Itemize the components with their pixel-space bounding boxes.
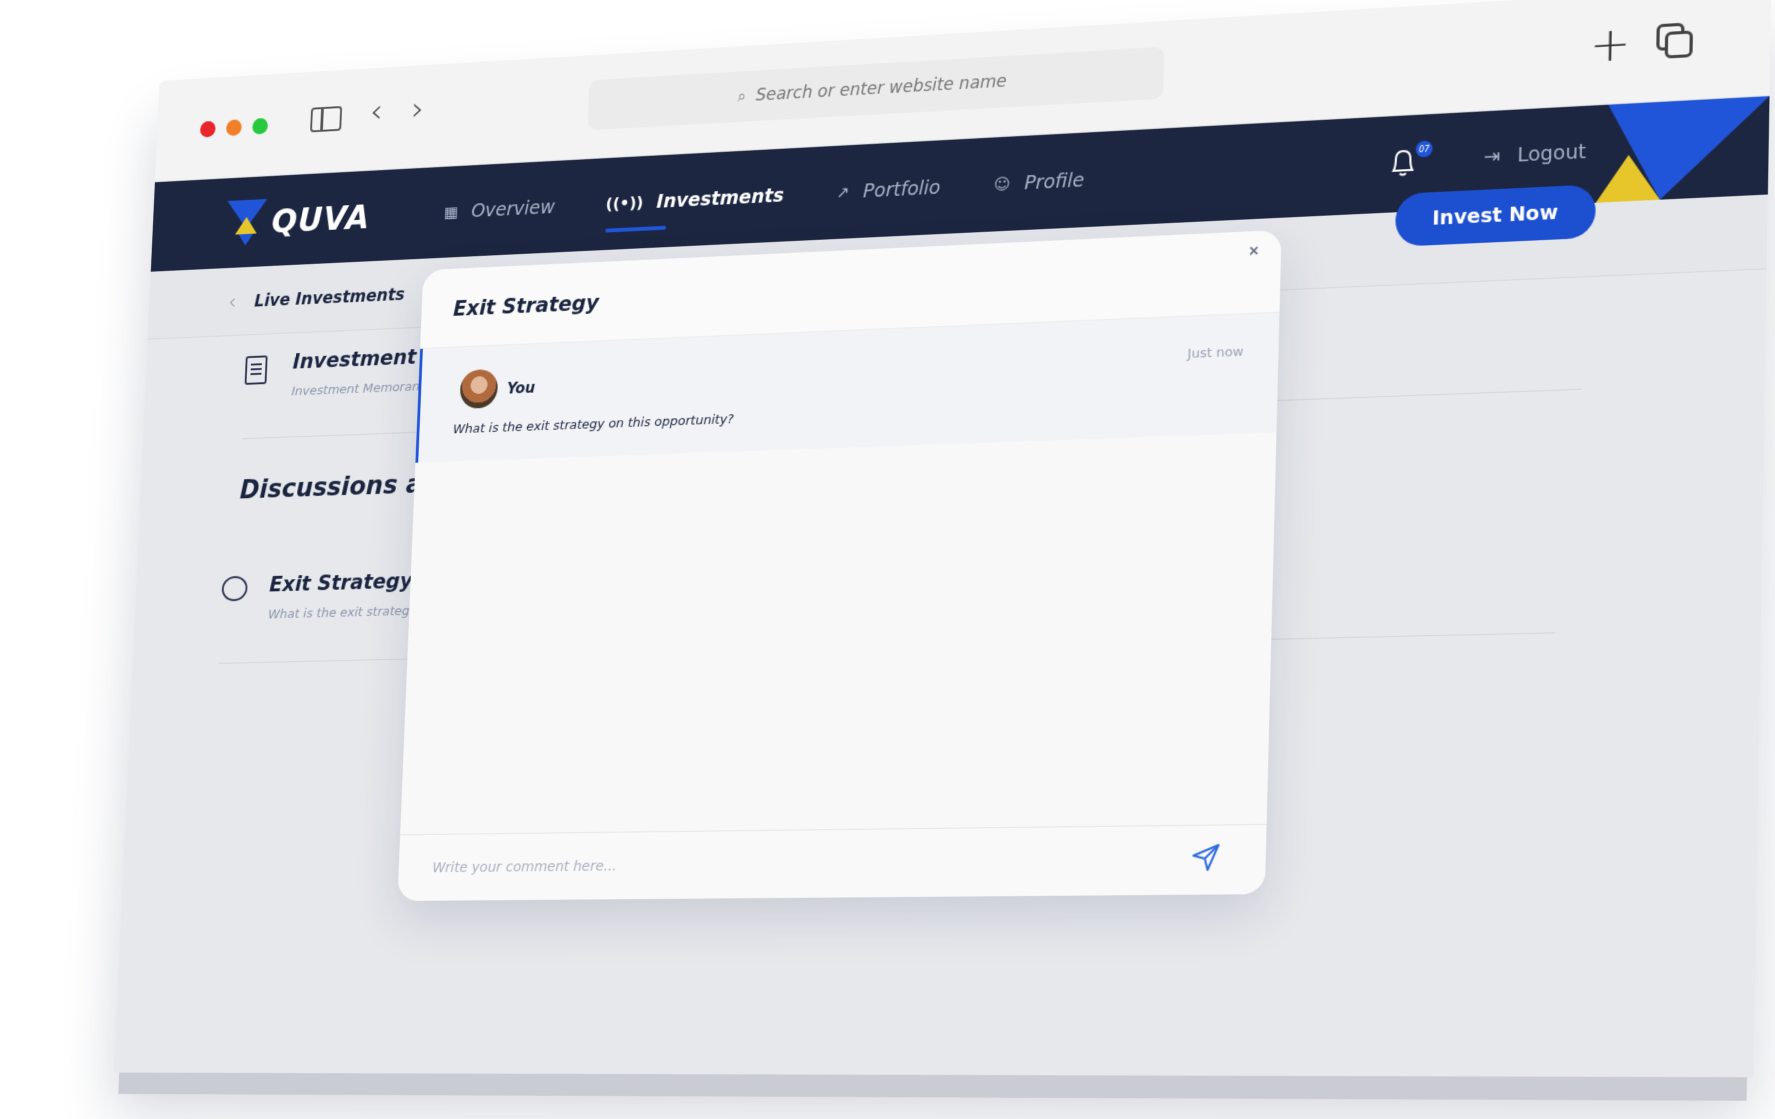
discussion-title: Exit Strategy bbox=[268, 569, 414, 597]
nav-item-profile[interactable]: ☺ Profile bbox=[992, 133, 1085, 232]
logo-text: QUVA bbox=[270, 197, 371, 240]
user-icon: ☺ bbox=[993, 174, 1011, 194]
avatar bbox=[459, 368, 499, 409]
logout-icon: ⇥ bbox=[1483, 145, 1501, 169]
broadcast-icon: ((•)) bbox=[605, 192, 644, 214]
discussion-modal: Exit Strategy × You Just now What is the… bbox=[397, 229, 1282, 901]
modal-title: Exit Strategy bbox=[452, 290, 600, 321]
nav-label: Overview bbox=[470, 196, 556, 222]
notification-badge: 07 bbox=[1415, 140, 1433, 158]
breadcrumb[interactable]: ‹ Live Investments bbox=[228, 283, 405, 314]
chevron-left-icon[interactable]: ‹ bbox=[228, 290, 237, 314]
send-icon bbox=[1190, 842, 1222, 873]
message-author: You bbox=[506, 378, 536, 398]
close-window-button[interactable] bbox=[199, 120, 216, 138]
nav-label: Investments bbox=[656, 184, 785, 213]
logout-label: Logout bbox=[1516, 140, 1587, 167]
chat-bubble-icon bbox=[221, 575, 248, 602]
invest-now-button[interactable]: Invest Now bbox=[1394, 184, 1597, 247]
logo[interactable]: QUVA bbox=[225, 194, 371, 247]
breadcrumb-label[interactable]: Live Investments bbox=[254, 285, 405, 311]
chevron-right-icon[interactable]: › bbox=[411, 90, 425, 129]
document-icon bbox=[244, 355, 268, 385]
close-icon[interactable]: × bbox=[1249, 243, 1259, 262]
nav-item-investments[interactable]: ((•)) Investments bbox=[604, 149, 786, 250]
nav-label: Profile bbox=[1023, 168, 1085, 194]
trending-up-icon: ↗ bbox=[836, 182, 850, 202]
tabs-overview-icon[interactable] bbox=[1656, 22, 1695, 61]
grid-icon: ▦ bbox=[443, 202, 459, 222]
message-timestamp: Just now bbox=[1187, 344, 1244, 362]
window-controls bbox=[199, 117, 269, 138]
sidebar-toggle-icon[interactable] bbox=[310, 105, 343, 133]
stage: ‹ › ⌕ Search or enter website name + QUV… bbox=[0, 0, 1775, 1119]
browser-window: ‹ › ⌕ Search or enter website name + QUV… bbox=[113, 0, 1772, 1078]
logo-mark-icon bbox=[226, 198, 268, 246]
nav-label: Portfolio bbox=[862, 176, 941, 202]
minimize-window-button[interactable] bbox=[225, 119, 242, 137]
comment-composer bbox=[397, 823, 1267, 901]
nav-item-overview[interactable]: ▦ Overview bbox=[442, 161, 556, 258]
address-bar[interactable]: ⌕ Search or enter website name bbox=[587, 46, 1165, 131]
nav-item-portfolio[interactable]: ↗ Portfolio bbox=[835, 140, 942, 239]
send-button[interactable] bbox=[1189, 842, 1223, 875]
address-bar-placeholder: Search or enter website name bbox=[755, 71, 1008, 106]
search-icon: ⌕ bbox=[737, 86, 747, 106]
maximize-window-button[interactable] bbox=[252, 117, 269, 135]
plus-icon[interactable]: + bbox=[1589, 16, 1631, 74]
chevron-left-icon[interactable]: ‹ bbox=[369, 92, 383, 131]
logout-button[interactable]: ⇥ Logout bbox=[1483, 141, 1586, 169]
bell-icon[interactable] bbox=[1388, 145, 1418, 179]
message-text: What is the exit strategy on this opport… bbox=[452, 412, 735, 438]
comment-input[interactable] bbox=[431, 847, 1118, 883]
